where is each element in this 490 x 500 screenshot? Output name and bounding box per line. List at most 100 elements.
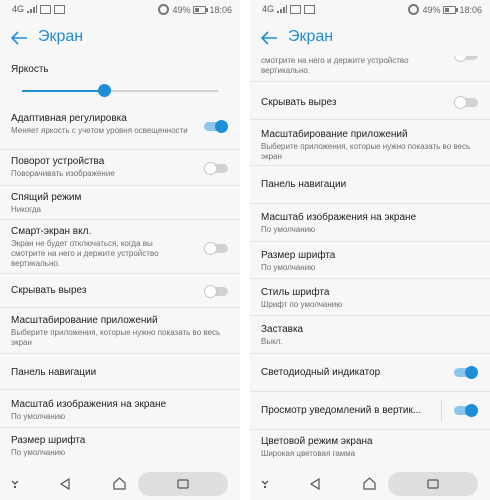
item-title: Масштабирование приложений <box>11 315 158 326</box>
slider-thumb[interactable] <box>98 84 112 97</box>
nav-home-icon[interactable] <box>112 476 127 491</box>
list-item-adaptive-brightness[interactable]: Адаптивная регулировка Меняет яркость с … <box>0 104 240 150</box>
item-subtitle: По умолчанию <box>11 412 66 421</box>
item-title: Цветовой режим экрана <box>261 436 373 447</box>
hide-notch-toggle[interactable] <box>454 96 478 109</box>
list-item-auto-rotate[interactable]: Поворот устройства Поворачивать изображе… <box>0 150 240 186</box>
nav-recents-button[interactable] <box>138 472 228 496</box>
list-item-font-size[interactable]: Размер шрифта По умолчанию <box>250 242 490 279</box>
item-subtitle: Никогда <box>11 205 41 214</box>
list-item-screensaver[interactable]: Заставка Выкл. <box>250 316 490 354</box>
image-notification-icon <box>290 4 302 14</box>
list-item-hide-notch[interactable]: Скрывать вырез <box>250 82 490 120</box>
item-subtitle: Широкая цветовая гамма <box>261 449 356 458</box>
smart-screen-toggle[interactable] <box>204 242 228 255</box>
chevron-down-icon[interactable] <box>8 476 22 490</box>
nav-recents-button[interactable] <box>388 472 478 496</box>
list-item-sleep[interactable]: Спящий режим Никогда <box>0 186 240 220</box>
list-item-navigation-bar[interactable]: Панель навигации <box>250 166 490 204</box>
list-item-portrait-notifications[interactable]: Просмотр уведомлений в вертик... <box>250 392 490 430</box>
list-item-navigation-bar[interactable]: Панель навигации <box>0 354 240 390</box>
item-title: Поворот устройства <box>11 156 105 167</box>
nav-back-icon[interactable] <box>308 477 322 491</box>
navigation-bar <box>0 468 240 500</box>
app-bar: Экран <box>0 24 240 56</box>
item-title: Масштаб изображения на экране <box>11 399 167 410</box>
item-subtitle: По умолчанию <box>261 263 316 272</box>
list-item-color-mode[interactable]: Цветовой режим экрана Широкая цветовая г… <box>250 430 490 466</box>
app-bar: Экран <box>250 24 490 56</box>
back-arrow-icon[interactable] <box>8 27 30 49</box>
screenshot-pair: 4G 49% 18:06 Экран Яркость Адаптивная ре… <box>0 0 490 500</box>
adaptive-brightness-toggle[interactable] <box>204 120 228 133</box>
item-title: Скрывать вырез <box>261 97 337 108</box>
item-title: Масштаб изображения на экране <box>261 212 417 223</box>
recents-icon <box>177 479 189 489</box>
list-item-smart-screen[interactable]: Смарт-экран вкл. Экран не будет отключат… <box>0 220 240 274</box>
settings-list: смотрите на него и держите устройство ве… <box>250 56 490 466</box>
status-bar: 4G 49% 18:06 <box>250 0 490 20</box>
network-type: 4G <box>12 4 25 14</box>
battery-percent: 49% <box>422 4 441 15</box>
chevron-down-icon[interactable] <box>258 476 272 490</box>
brightness-row: Яркость <box>0 58 240 104</box>
list-item-app-scaling[interactable]: Масштабирование приложений Выберите прил… <box>0 308 240 354</box>
list-item-hide-notch[interactable]: Скрывать вырез <box>0 274 240 308</box>
item-subtitle: Выкл. <box>261 337 283 346</box>
brightness-slider[interactable] <box>22 84 218 98</box>
navigation-bar <box>250 468 490 500</box>
gallery-notification-icon <box>304 4 316 14</box>
item-title: Масштабирование приложений <box>261 129 408 140</box>
list-item-app-scaling[interactable]: Масштабирование приложений Выберите прил… <box>250 120 490 166</box>
clock: 18:06 <box>209 4 232 15</box>
item-subtitle: Меняет яркость с учетом уровня освещенно… <box>11 126 188 135</box>
list-item-font-style[interactable]: Стиль шрифта Шрифт по умолчанию <box>250 279 490 316</box>
smart-screen-toggle[interactable] <box>454 56 478 62</box>
nav-home-icon[interactable] <box>362 476 377 491</box>
brightness-label: Яркость <box>11 64 49 75</box>
slider-fill <box>22 90 105 92</box>
item-subtitle: Поворачивать изображение <box>11 169 115 178</box>
list-item-smart-screen-partial[interactable]: смотрите на него и держите устройство ве… <box>250 56 490 82</box>
item-subtitle: По умолчанию <box>11 448 66 457</box>
list-item-font-size[interactable]: Размер шрифта По умолчанию <box>0 428 240 466</box>
item-title: Заставка <box>261 324 304 335</box>
item-subtitle: смотрите на него и держите устройство ве… <box>261 56 409 75</box>
image-notification-icon <box>40 4 52 14</box>
item-subtitle: Выберите приложения, которые нужно показ… <box>11 328 221 347</box>
portrait-notifications-toggle[interactable] <box>454 404 478 417</box>
recents-icon <box>427 479 439 489</box>
page-title: Экран <box>38 28 84 45</box>
item-subtitle: Шрифт по умолчанию <box>261 300 343 309</box>
led-indicator-toggle[interactable] <box>454 366 478 379</box>
battery-icon <box>443 5 459 14</box>
list-item-led-indicator[interactable]: Светодиодный индикатор <box>250 354 490 392</box>
page-title: Экран <box>288 28 334 45</box>
battery-percent: 49% <box>172 4 191 15</box>
hide-notch-toggle[interactable] <box>204 285 228 298</box>
item-title: Адаптивная регулировка <box>11 113 127 124</box>
list-item-display-scale[interactable]: Масштаб изображения на экране По умолчан… <box>250 204 490 242</box>
settings-list: Яркость Адаптивная регулировка Меняет яр… <box>0 58 240 466</box>
network-type: 4G <box>262 4 275 14</box>
back-arrow-icon[interactable] <box>258 27 280 49</box>
item-title: Просмотр уведомлений в вертик... <box>261 405 422 416</box>
list-item-display-scale[interactable]: Масштаб изображения на экране По умолчан… <box>0 390 240 428</box>
vertical-divider <box>441 400 442 422</box>
item-subtitle: Экран не будет отключаться, когда вы смо… <box>11 239 159 268</box>
clock: 18:06 <box>459 4 482 15</box>
item-title: Смарт-экран вкл. <box>11 226 92 237</box>
item-subtitle: По умолчанию <box>261 225 316 234</box>
gallery-notification-icon <box>54 4 66 14</box>
settings-status-icon <box>158 4 170 15</box>
settings-screen-right: 4G 49% 18:06 Экран смотрите на него и де… <box>250 0 490 500</box>
nav-back-icon[interactable] <box>58 477 72 491</box>
auto-rotate-toggle[interactable] <box>204 162 228 175</box>
item-title: Панель навигации <box>261 179 347 190</box>
status-bar: 4G 49% 18:06 <box>0 0 240 20</box>
signal-icon <box>27 5 38 13</box>
item-title: Размер шрифта <box>261 250 336 261</box>
item-title: Спящий режим <box>11 192 82 203</box>
item-subtitle: Выберите приложения, которые нужно показ… <box>261 142 471 161</box>
item-title: Скрывать вырез <box>11 285 87 296</box>
